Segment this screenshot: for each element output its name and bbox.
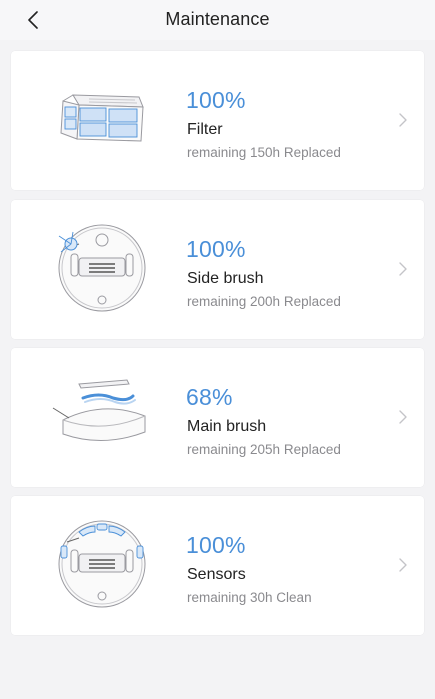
- side-brush-icon: [58, 224, 146, 312]
- side-brush-label: Side brush: [187, 270, 264, 287]
- chevron-right-icon: [399, 113, 407, 127]
- sensors-label: Sensors: [187, 566, 246, 583]
- sensors-remaining: remaining 30h Clean: [187, 590, 312, 605]
- chevron-right-icon: [399, 558, 407, 572]
- filter-remaining: remaining 150h Replaced: [187, 145, 341, 160]
- side-brush-remaining: remaining 200h Replaced: [187, 294, 341, 309]
- maintenance-item-main-brush[interactable]: 68% Main brush remaining 205h Replaced: [11, 348, 424, 487]
- maintenance-item-sensors[interactable]: 100% Sensors remaining 30h Clean: [11, 496, 424, 635]
- main-brush-icon: [52, 379, 146, 441]
- sensors-icon: [58, 520, 146, 608]
- main-brush-remaining: remaining 205h Replaced: [187, 442, 341, 457]
- chevron-right-icon: [399, 410, 407, 424]
- filter-label: Filter: [187, 121, 223, 138]
- chevron-right-icon: [399, 262, 407, 276]
- header-bar: Maintenance: [0, 0, 435, 40]
- sensors-percent: 100%: [186, 532, 246, 558]
- maintenance-item-filter[interactable]: 100% Filter remaining 150h Replaced: [11, 51, 424, 190]
- filter-percent: 100%: [186, 87, 246, 113]
- main-brush-percent: 68%: [186, 384, 233, 410]
- main-brush-label: Main brush: [187, 418, 267, 435]
- filter-icon: [60, 94, 144, 142]
- maintenance-item-side-brush[interactable]: 100% Side brush remaining 200h Replaced: [11, 200, 424, 339]
- side-brush-percent: 100%: [186, 236, 246, 262]
- page-title: Maintenance: [165, 9, 270, 29]
